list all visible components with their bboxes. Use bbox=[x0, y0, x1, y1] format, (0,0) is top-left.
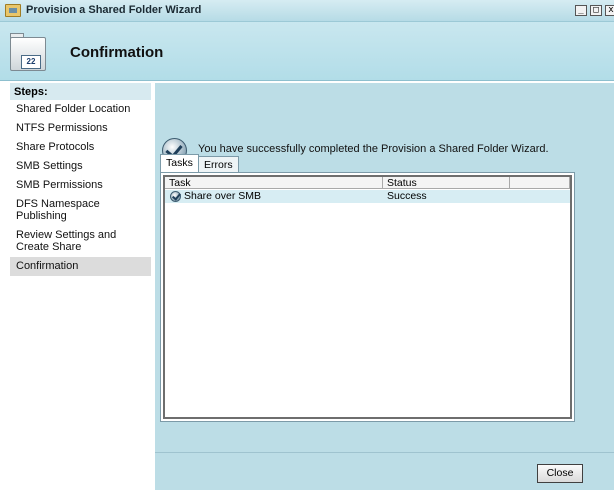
content-area: You have successfully completed the Prov… bbox=[155, 83, 614, 490]
tab-tasks[interactable]: Tasks bbox=[160, 154, 199, 172]
step-share-protocols[interactable]: Share Protocols bbox=[10, 141, 151, 153]
page-title: Confirmation bbox=[70, 44, 164, 61]
minimize-button[interactable]: _ bbox=[575, 5, 587, 16]
steps-panel: Steps: Shared Folder Location NTFS Permi… bbox=[10, 83, 151, 481]
window-title: Provision a Shared Folder Wizard bbox=[26, 4, 202, 16]
maximize-button[interactable]: □ bbox=[590, 5, 602, 16]
shared-folder-wizard-icon: 22 bbox=[8, 31, 48, 73]
task-status: Success bbox=[387, 190, 427, 202]
step-review-settings[interactable]: Review Settings and Create Share bbox=[10, 229, 146, 253]
close-window-button[interactable]: x bbox=[605, 5, 614, 16]
close-button[interactable]: Close bbox=[537, 464, 583, 483]
success-message: You have successfully completed the Prov… bbox=[198, 143, 549, 155]
table-row[interactable]: Share over SMB Success bbox=[165, 190, 570, 203]
column-status[interactable]: Status bbox=[383, 177, 510, 189]
footer-divider bbox=[155, 452, 614, 453]
tab-errors[interactable]: Errors bbox=[198, 156, 239, 172]
wizard-header: 22 Confirmation bbox=[0, 22, 614, 81]
step-smb-settings[interactable]: SMB Settings bbox=[10, 160, 151, 172]
tasks-panel: Task Status Share over SMB Success bbox=[160, 172, 575, 422]
success-check-icon bbox=[170, 191, 181, 202]
step-dfs-namespace-publishing[interactable]: DFS Namespace Publishing bbox=[10, 198, 151, 222]
title-bar: Provision a Shared Folder Wizard _ □ x bbox=[0, 0, 614, 22]
wizard-app-icon bbox=[5, 4, 21, 17]
step-smb-permissions[interactable]: SMB Permissions bbox=[10, 179, 151, 191]
step-confirmation[interactable]: Confirmation bbox=[10, 257, 151, 276]
steps-heading: Steps: bbox=[10, 83, 151, 100]
tasks-list[interactable]: Task Status Share over SMB Success bbox=[163, 175, 572, 419]
task-name: Share over SMB bbox=[184, 190, 262, 202]
step-shared-folder-location[interactable]: Shared Folder Location bbox=[10, 103, 151, 115]
column-task[interactable]: Task bbox=[165, 177, 383, 189]
list-header: Task Status bbox=[165, 177, 570, 189]
step-ntfs-permissions[interactable]: NTFS Permissions bbox=[10, 122, 151, 134]
column-extra[interactable] bbox=[510, 177, 570, 189]
